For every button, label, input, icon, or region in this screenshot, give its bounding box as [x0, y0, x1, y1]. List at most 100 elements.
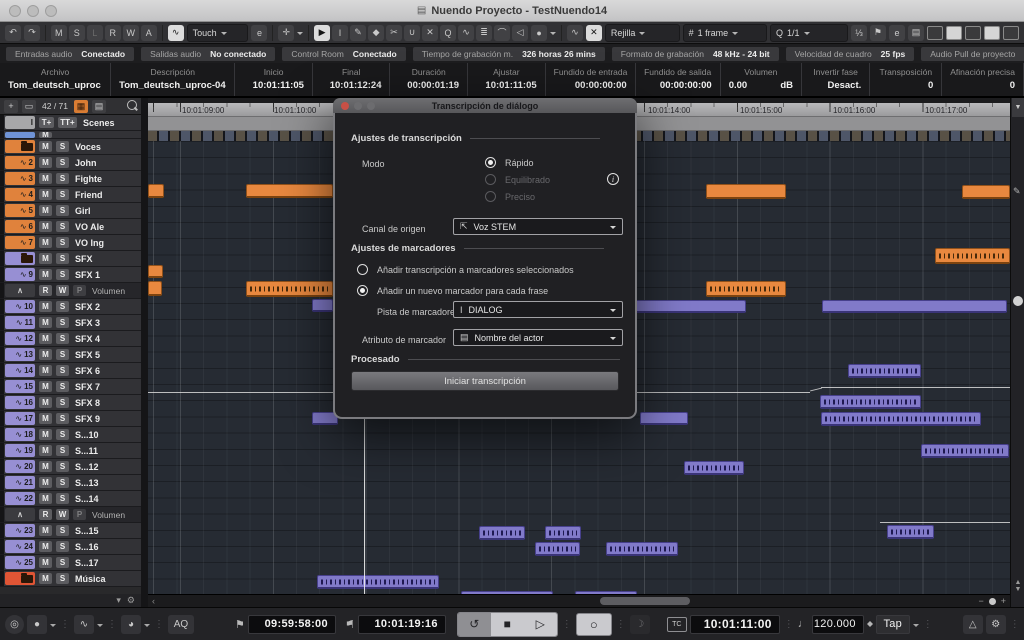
glue-tool-icon[interactable]: ∪ [404, 25, 420, 41]
auto-quantize-button[interactable]: AQ [168, 615, 194, 634]
lane-write-button[interactable]: W [56, 285, 69, 296]
track-visibility-agent-icon[interactable]: ▦ [74, 100, 88, 113]
status-item-6[interactable]: Velocidad de cuadro25 fps [786, 47, 915, 61]
snap-on-icon[interactable]: ✕ [586, 25, 602, 41]
grid-type-dropdown[interactable]: # 1 frame [683, 24, 767, 42]
track-row-sfx-9[interactable]: ∿17MSSFX 9 [0, 411, 141, 427]
status-item-3[interactable]: Control RoomConectado [282, 47, 405, 61]
audio-event[interactable] [148, 265, 163, 278]
info-field-7[interactable]: Fundido de entrada00:00:00:00 [546, 63, 636, 96]
info-field-4[interactable]: Final10:01:12:24 [313, 63, 391, 96]
object-selection-tool-icon[interactable]: ▶ [314, 25, 330, 41]
snap-type-dropdown[interactable]: Rejilla [605, 24, 680, 42]
primary-time-display[interactable]: 10:01:11:00 [690, 615, 780, 634]
audio-event[interactable] [545, 526, 581, 540]
audio-event[interactable] [820, 395, 921, 409]
snap-curve-icon[interactable]: ∿ [567, 25, 583, 41]
record-button[interactable]: ○ [576, 613, 612, 636]
track-row-sfx-2[interactable]: ∿10MSSFX 2 [0, 299, 141, 315]
track-solo-button[interactable]: S [56, 381, 69, 392]
info-field-2[interactable]: DescripciónTom_deutsch_uproc-04 [111, 63, 235, 96]
radio-disabled-icon[interactable] [485, 191, 496, 202]
audio-event[interactable] [822, 300, 1007, 313]
volume-automation-line[interactable] [880, 522, 1010, 523]
volume-automation-line[interactable] [821, 387, 1010, 388]
hand-tool-icon[interactable]: ∿ [458, 25, 474, 41]
radio-unselected-icon[interactable] [357, 264, 368, 275]
track-solo-button[interactable]: S [56, 429, 69, 440]
scrub-tool-icon[interactable]: ◁ [512, 25, 528, 41]
track-row-video[interactable]: M [0, 131, 141, 139]
audio-event[interactable] [706, 281, 786, 297]
global-w-button[interactable]: W [123, 25, 139, 41]
track-mute-button[interactable]: M [39, 477, 52, 488]
track-solo-button[interactable]: S [56, 333, 69, 344]
audio-event[interactable] [479, 526, 525, 540]
track-solo-button[interactable]: S [56, 541, 69, 552]
track-row-fighte[interactable]: ∿3MSFighte [0, 171, 141, 187]
triplet-icon[interactable]: ⅓ [851, 25, 867, 41]
source-channel-dropdown[interactable]: ⇱ Voz STEM [453, 218, 623, 235]
info-field-6[interactable]: Ajustar10:01:11:05 [468, 63, 546, 96]
chevron-down-icon[interactable] [50, 624, 56, 630]
tempo-spinner[interactable] [867, 618, 873, 630]
pencil-icon[interactable]: ✎ [1013, 186, 1021, 197]
automation-panel-icon[interactable]: ∿ [168, 25, 184, 41]
stop-button[interactable]: ■ [491, 613, 524, 636]
track-mute-button[interactable]: M [39, 253, 52, 264]
chevron-down-icon[interactable] [97, 624, 103, 630]
track-solo-button[interactable]: S [56, 525, 69, 536]
track-solo-button[interactable]: S [56, 157, 69, 168]
vertical-zoom-arrows[interactable]: ▲▼ [1013, 579, 1023, 593]
audio-event[interactable] [921, 444, 1009, 458]
color-tool-icon[interactable]: ● [531, 25, 547, 41]
track-solo-button[interactable]: S [56, 445, 69, 456]
right-locator-flag-icon[interactable]: ⚑ [345, 618, 355, 631]
mode-option-balanced[interactable]: Equilibrado [485, 171, 550, 188]
mode-option-fast[interactable]: Rápido [485, 154, 550, 171]
track-mute-button[interactable]: M [39, 349, 52, 360]
erase-tool-icon[interactable]: ◆ [368, 25, 384, 41]
track-mute-button[interactable]: M [39, 429, 52, 440]
track-solo-button[interactable]: S [56, 365, 69, 376]
dialog-minimize-icon[interactable] [354, 102, 362, 110]
radio-selected-icon[interactable] [357, 285, 368, 296]
track-mute-button[interactable]: M [39, 333, 52, 344]
range-selection-tool-icon[interactable]: I [332, 25, 348, 41]
audio-event[interactable] [606, 542, 678, 556]
track-mute-button[interactable]: M [39, 365, 52, 376]
quantize-panel-button[interactable]: e [889, 25, 905, 41]
scroll-left-icon[interactable]: ‹ [152, 596, 155, 606]
automation-mode-dropdown[interactable]: Touch [187, 24, 249, 42]
track-row-john[interactable]: ∿2MSJohn [0, 155, 141, 171]
track-mute-button[interactable]: M [39, 317, 52, 328]
track-mute-button[interactable]: M [39, 573, 52, 584]
track-mute-button[interactable]: M [39, 461, 52, 472]
track-solo-button[interactable]: S [56, 269, 69, 280]
lower-zone-toggle-icon[interactable] [946, 26, 962, 40]
track-row-s-10[interactable]: ∿18MSS...10 [0, 427, 141, 443]
info-field-10[interactable]: Invertir faseDesact. [802, 63, 870, 96]
track-mute-button[interactable]: M [39, 157, 52, 168]
tempo-value[interactable]: 120.000 [812, 615, 864, 634]
track-row-sfx-7[interactable]: ∿15MSSFX 7 [0, 379, 141, 395]
track-mute-button[interactable]: M [39, 132, 52, 138]
setup-window-layout-icon[interactable] [1003, 26, 1019, 40]
global-s-button[interactable]: S [69, 25, 85, 41]
marker-attribute-dropdown[interactable]: ▤ Nombre del actor [453, 329, 623, 346]
track-row-vo-ing[interactable]: ∿7MSVO Ing [0, 235, 141, 251]
info-field-1[interactable]: ArchivoTom_deutsch_uproc [0, 63, 111, 96]
audio-record-mode-icon[interactable]: ∿ [74, 615, 94, 634]
vertical-scrollbar-thumb[interactable] [1013, 296, 1023, 306]
dialog-zoom-icon[interactable] [367, 102, 375, 110]
track-row-s-14[interactable]: ∿22MSS...14 [0, 491, 141, 507]
track-solo-button[interactable]: S [56, 477, 69, 488]
track-solo-button[interactable]: S [56, 205, 69, 216]
track-mute-button[interactable]: M [39, 189, 52, 200]
track-solo-button[interactable]: S [56, 557, 69, 568]
track-solo-button[interactable]: S [56, 397, 69, 408]
track-row-s-11[interactable]: ∿19MSS...11 [0, 443, 141, 459]
lane-write-button[interactable]: W [56, 509, 69, 520]
cycle-record-mode-icon[interactable]: ◕ [121, 615, 141, 634]
zoom-slider-handle[interactable] [989, 598, 996, 605]
